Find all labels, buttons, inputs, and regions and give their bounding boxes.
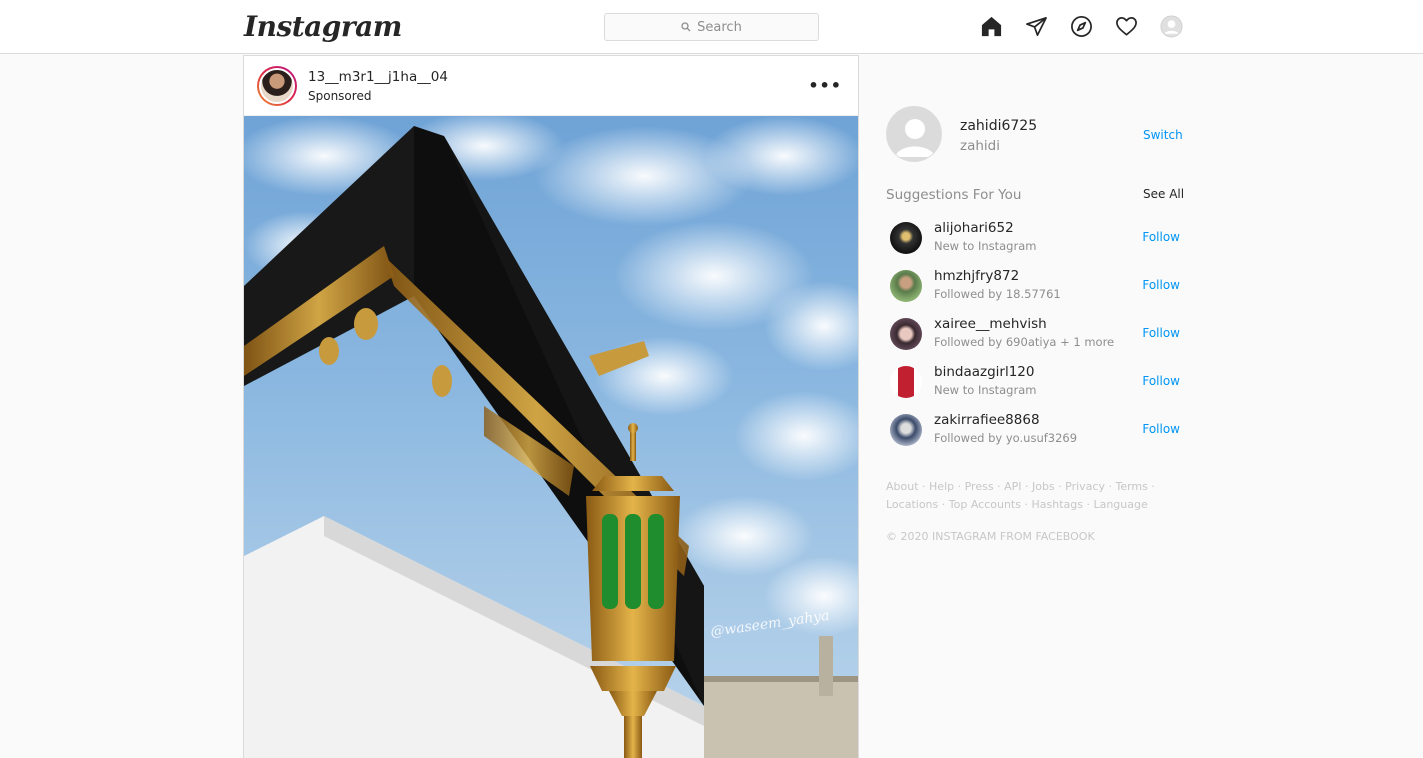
post-image[interactable]: @waseem_yahya xyxy=(244,116,858,758)
footer-link-terms[interactable]: Terms xyxy=(1115,480,1147,493)
suggestions-title: Suggestions For You xyxy=(886,187,1022,203)
activity-icon[interactable] xyxy=(1114,14,1138,38)
post-header: 13__m3r1__j1ha__04 Sponsored ••• xyxy=(244,56,858,116)
footer-link-api[interactable]: API xyxy=(1004,480,1021,493)
footer-link-hashtags[interactable]: Hashtags xyxy=(1031,498,1082,511)
follow-button[interactable]: Follow xyxy=(1142,422,1180,436)
explore-icon[interactable] xyxy=(1069,14,1093,38)
suggestion-avatar[interactable] xyxy=(890,366,922,398)
nav-icons xyxy=(979,14,1183,38)
current-user-username[interactable]: zahidi6725 xyxy=(960,118,1037,134)
suggestion-username[interactable]: zakirrafiee8868 xyxy=(934,412,1040,428)
home-icon[interactable] xyxy=(979,14,1003,38)
suggestion-avatar[interactable] xyxy=(890,222,922,254)
footer-link-press[interactable]: Press xyxy=(965,480,994,493)
suggestion-username[interactable]: bindaazgirl120 xyxy=(934,364,1034,380)
footer-link-locations[interactable]: Locations xyxy=(886,498,938,511)
footer-link-jobs[interactable]: Jobs xyxy=(1032,480,1055,493)
profile-icon[interactable] xyxy=(1159,14,1183,38)
instagram-logo[interactable]: Instagram xyxy=(244,10,402,43)
post-sponsored-label: Sponsored xyxy=(308,89,372,103)
more-options-icon[interactable]: ••• xyxy=(808,76,842,95)
suggestion-item: hmzhjfry872 Followed by 18.57761 Follow xyxy=(886,268,1180,308)
copyright: © 2020 INSTAGRAM FROM FACEBOOK xyxy=(886,530,1095,543)
suggestion-subtitle: Followed by 690atiya + 1 more xyxy=(934,335,1115,349)
switch-account-button[interactable]: Switch xyxy=(1143,128,1183,142)
footer-link-help[interactable]: Help xyxy=(929,480,954,493)
suggestion-item: zakirrafiee8868 Followed by yo.usuf3269 … xyxy=(886,412,1180,452)
search-icon xyxy=(681,22,691,32)
post-author-avatar[interactable] xyxy=(257,66,297,106)
top-navbar: Instagram Search xyxy=(0,0,1423,54)
kaaba-photo xyxy=(244,116,858,758)
follow-button[interactable]: Follow xyxy=(1142,326,1180,340)
direct-icon[interactable] xyxy=(1024,14,1048,38)
search-placeholder: Search xyxy=(697,19,742,35)
suggestion-subtitle: Followed by yo.usuf3269 xyxy=(934,431,1078,445)
suggestion-avatar[interactable] xyxy=(890,318,922,350)
footer-link-language[interactable]: Language xyxy=(1093,498,1147,511)
suggestion-username[interactable]: hmzhjfry872 xyxy=(934,268,1019,284)
footer-link-privacy[interactable]: Privacy xyxy=(1065,480,1105,493)
suggestion-item: xairee__mehvish Followed by 690atiya + 1… xyxy=(886,316,1180,356)
suggestion-avatar[interactable] xyxy=(890,414,922,446)
footer-link-about[interactable]: About xyxy=(886,480,919,493)
feed-post: 13__m3r1__j1ha__04 Sponsored ••• @waseem… xyxy=(243,55,859,758)
suggestion-username[interactable]: xairee__mehvish xyxy=(934,316,1047,332)
follow-button[interactable]: Follow xyxy=(1142,374,1180,388)
follow-button[interactable]: Follow xyxy=(1142,278,1180,292)
current-user-avatar[interactable] xyxy=(886,106,942,162)
suggestion-subtitle: New to Instagram xyxy=(934,383,1037,397)
suggestion-username[interactable]: alijohari652 xyxy=(934,220,1014,236)
post-author-username[interactable]: 13__m3r1__j1ha__04 xyxy=(308,69,448,85)
see-all-button[interactable]: See All xyxy=(1143,187,1184,201)
suggestion-avatar[interactable] xyxy=(890,270,922,302)
search-input[interactable]: Search xyxy=(604,13,819,41)
footer-links-row-2: Locations · Top Accounts · Hashtags · La… xyxy=(886,498,1148,511)
current-user-fullname: zahidi xyxy=(960,138,1000,154)
footer-links-row-1: About · Help · Press · API · Jobs · Priv… xyxy=(886,480,1155,493)
suggestion-item: alijohari652 New to Instagram Follow xyxy=(886,220,1180,260)
suggestion-subtitle: Followed by 18.57761 xyxy=(934,287,1061,301)
suggestion-subtitle: New to Instagram xyxy=(934,239,1037,253)
footer-link-top-accounts[interactable]: Top Accounts xyxy=(949,498,1021,511)
suggestion-item: bindaazgirl120 New to Instagram Follow xyxy=(886,364,1180,404)
follow-button[interactable]: Follow xyxy=(1142,230,1180,244)
